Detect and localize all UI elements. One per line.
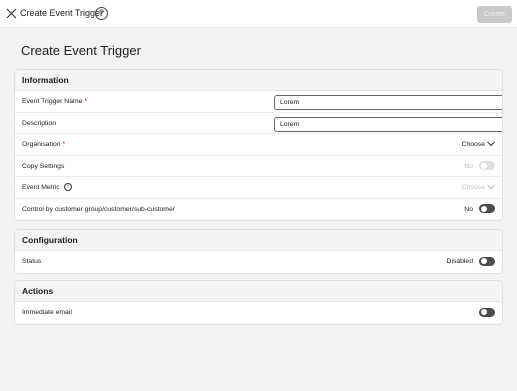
organisation-row[interactable]: Organisation * Choose	[15, 134, 502, 156]
immediate-email-toggle[interactable]	[479, 307, 495, 317]
information-section: Information Event Trigger Name* Descript…	[14, 69, 503, 221]
help-icon[interactable]: ?	[95, 7, 108, 20]
event-trigger-name-label: Event Trigger Name *	[22, 98, 88, 105]
copy-settings-value: No	[464, 162, 473, 170]
info-icon[interactable]: i	[64, 183, 72, 191]
organisation-label: Organisation *	[22, 141, 66, 148]
actions-header: Actions	[15, 281, 502, 302]
chevron-down-icon[interactable]	[487, 141, 495, 147]
topbar-title: Create Event Trigger	[20, 8, 104, 18]
required-mark: *	[84, 98, 88, 105]
control-by-customer-row: Control by customer group/customer/sub-c…	[15, 199, 502, 221]
status-toggle[interactable]	[479, 256, 495, 266]
create-button[interactable]: Create	[477, 6, 512, 23]
control-by-customer-toggle[interactable]	[479, 204, 495, 213]
immediate-email-label: Immediate email	[22, 309, 72, 316]
top-bar: Create Event Trigger ? Create	[0, 0, 517, 28]
page-title: Create Event Trigger	[21, 43, 141, 58]
copy-settings-label: Copy Settings	[22, 162, 65, 170]
event-trigger-name-input[interactable]	[274, 95, 502, 110]
required-mark: *	[62, 141, 66, 148]
status-row: Status Disabled	[15, 251, 502, 273]
event-metric-label: Event Metric	[22, 184, 60, 191]
status-label: Status	[22, 258, 42, 265]
event-metric-row: Event Metric i Choose	[15, 177, 502, 199]
control-by-customer-value: No	[464, 205, 473, 213]
immediate-email-row: Immediate email	[15, 302, 502, 324]
configuration-section: Configuration Status Disabled	[14, 229, 503, 274]
description-row: Description	[15, 113, 502, 134]
copy-settings-toggle[interactable]	[479, 161, 495, 170]
event-trigger-name-row: Event Trigger Name *	[15, 91, 502, 113]
chevron-down-icon[interactable]	[487, 184, 495, 190]
status-value: Disabled	[446, 258, 473, 265]
configuration-header: Configuration	[15, 230, 502, 251]
actions-section: Actions Immediate email	[14, 280, 503, 325]
information-header: Information	[15, 70, 502, 91]
copy-settings-row: Copy Settings No	[15, 156, 502, 177]
control-by-customer-label: Control by customer group/customer/sub-c…	[22, 205, 175, 213]
description-input[interactable]	[274, 116, 502, 132]
organisation-select[interactable]: Choose	[462, 141, 485, 148]
description-label: Description	[22, 119, 56, 127]
event-metric-select[interactable]: Choose	[462, 184, 485, 191]
close-icon[interactable]	[6, 8, 17, 19]
